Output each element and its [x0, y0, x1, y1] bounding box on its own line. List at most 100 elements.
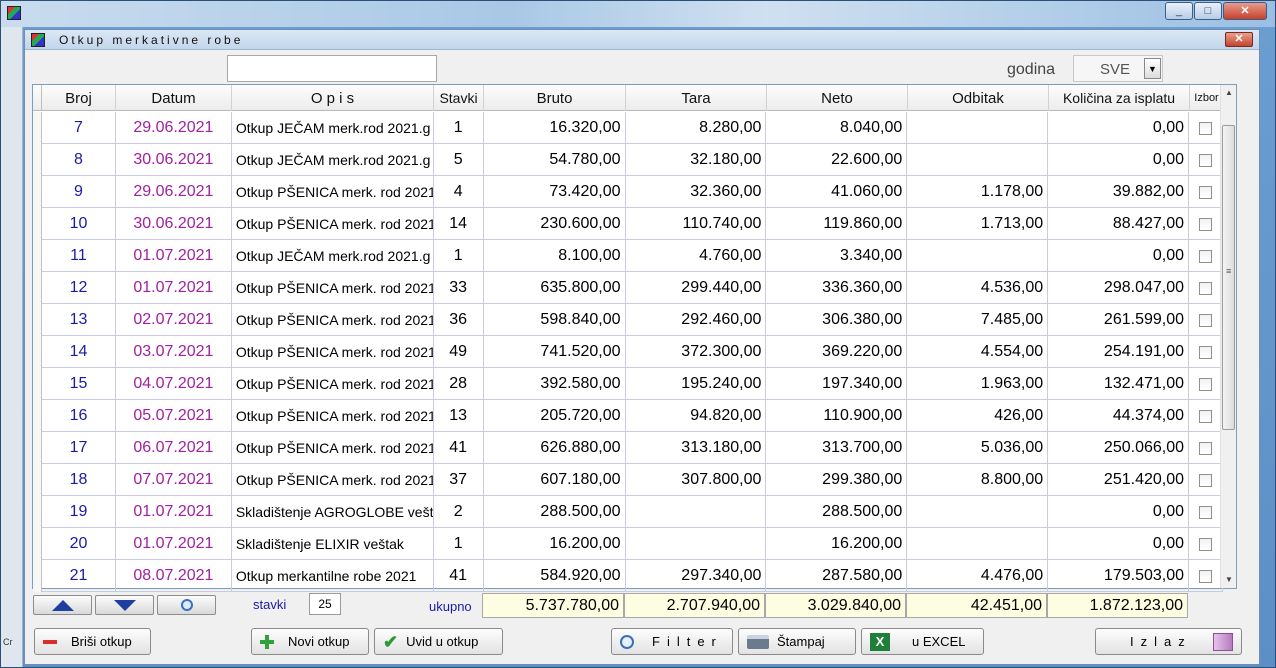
print-button[interactable]: Štampaj [738, 628, 856, 655]
cell-datum: 05.07.2021 [116, 400, 232, 432]
select-checkbox[interactable] [1198, 441, 1212, 455]
previous-button[interactable] [33, 595, 92, 615]
row-selector[interactable] [33, 336, 42, 368]
row-selector[interactable] [33, 240, 42, 272]
table-row[interactable]: 20 01.07.2021 Skladištenje ELIXIR veštak 1 1… [33, 528, 1223, 560]
row-selector[interactable] [33, 272, 42, 304]
row-selector[interactable] [33, 400, 42, 432]
select-checkbox[interactable] [1198, 505, 1212, 519]
total-bruto: 5.737.780,00 [482, 593, 624, 618]
select-checkbox[interactable] [1198, 377, 1212, 391]
row-selector[interactable] [33, 528, 42, 560]
table-row[interactable]: 12 01.07.2021 Otkup PŠENICA merk. rod 2021… [33, 272, 1223, 304]
cell-datum: 01.07.2021 [116, 272, 232, 304]
row-selector[interactable] [33, 368, 42, 400]
table-row[interactable]: 18 07.07.2021 Otkup PŠENICA merk. rod 2021… [33, 464, 1223, 496]
cell-bruto: 288.500,00 [484, 496, 626, 528]
maximize-button[interactable]: □ [1194, 2, 1222, 20]
cell-stavki: 41 [434, 560, 484, 592]
cell-tara: 4.760,00 [626, 240, 767, 272]
window-close-button[interactable]: ✕ [1225, 32, 1253, 47]
cell-broj: 17 [42, 432, 116, 464]
view-purchase-button[interactable]: ✔ Uvid u otkup [374, 628, 503, 655]
year-select[interactable]: SVE ▼ [1073, 55, 1163, 82]
table-row[interactable]: 11 01.07.2021 Otkup JEČAM merk.rod 2021.g 1… [33, 240, 1223, 272]
col-broj[interactable]: Broj [42, 85, 116, 111]
col-izbor[interactable]: Izbor [1190, 85, 1224, 111]
row-selector[interactable] [33, 464, 42, 496]
col-tara[interactable]: Tara [626, 85, 767, 111]
excel-export-button[interactable]: X u EXCEL [861, 628, 984, 655]
table-row[interactable]: 13 02.07.2021 Otkup PŠENICA merk. rod 2021… [33, 304, 1223, 336]
row-selector[interactable] [33, 208, 42, 240]
row-selector[interactable] [33, 176, 42, 208]
vertical-scrollbar[interactable]: ▲ ≡ ▼ [1220, 85, 1236, 588]
cell-bruto: 8.100,00 [484, 240, 626, 272]
total-neto: 3.029.840,00 [765, 593, 906, 618]
filter-label: Filter [652, 634, 723, 649]
find-button[interactable] [157, 595, 216, 615]
cell-stavki: 2 [434, 496, 484, 528]
table-row[interactable]: 17 06.07.2021 Otkup PŠENICA merk. rod 2021… [33, 432, 1223, 464]
select-checkbox[interactable] [1198, 121, 1212, 135]
table-row[interactable]: 14 03.07.2021 Otkup PŠENICA merk. rod 2021… [33, 336, 1223, 368]
col-opis[interactable]: O p i s [232, 85, 434, 111]
close-button[interactable]: ✕ [1223, 2, 1267, 20]
col-bruto[interactable]: Bruto [484, 85, 626, 111]
col-neto[interactable]: Neto [767, 85, 908, 111]
chevron-down-icon[interactable]: ▼ [1144, 58, 1161, 79]
col-kolicina[interactable]: Količina za isplatu [1049, 85, 1190, 111]
table-row[interactable]: 7 29.06.2021 Otkup JEČAM merk.rod 2021.g 1 1… [33, 112, 1223, 144]
search-input[interactable] [227, 55, 437, 82]
col-odbitak[interactable]: Odbitak [908, 85, 1049, 111]
table-row[interactable]: 10 30.06.2021 Otkup PŠENICA merk. rod 2021… [33, 208, 1223, 240]
cell-izbor [1189, 208, 1223, 240]
select-checkbox[interactable] [1198, 153, 1212, 167]
filter-button[interactable]: Filter [611, 628, 733, 655]
select-checkbox[interactable] [1198, 249, 1212, 263]
scroll-down-icon[interactable]: ▼ [1221, 572, 1237, 588]
next-button[interactable] [95, 595, 154, 615]
minimize-button[interactable]: _ [1165, 2, 1193, 20]
cell-stavki: 28 [434, 368, 484, 400]
cell-kolicina: 0,00 [1048, 496, 1189, 528]
col-stavki[interactable]: Stavki [434, 85, 484, 111]
table-row[interactable]: 9 29.06.2021 Otkup PŠENICA merk. rod 2021 4… [33, 176, 1223, 208]
row-selector[interactable] [33, 496, 42, 528]
cell-opis: Otkup PŠENICA merk. rod 2021 [232, 432, 434, 464]
select-checkbox[interactable] [1198, 313, 1212, 327]
cell-izbor [1189, 240, 1223, 272]
table-row[interactable]: 8 30.06.2021 Otkup JEČAM merk.rod 2021.g 5 5… [33, 144, 1223, 176]
cell-odbitak [907, 144, 1049, 176]
select-checkbox[interactable] [1198, 345, 1212, 359]
table-row[interactable]: 15 04.07.2021 Otkup PŠENICA merk. rod 2021… [33, 368, 1223, 400]
cell-bruto: 54.780,00 [484, 144, 626, 176]
row-selector[interactable] [33, 560, 42, 592]
cell-bruto: 16.200,00 [484, 528, 626, 560]
row-selector[interactable] [33, 144, 42, 176]
scroll-up-icon[interactable]: ▲ [1221, 85, 1237, 101]
delete-purchase-button[interactable]: Briši otkup [34, 628, 151, 655]
row-selector-header [33, 85, 42, 111]
select-checkbox[interactable] [1198, 217, 1212, 231]
cell-broj: 11 [42, 240, 116, 272]
scrollbar-thumb[interactable]: ≡ [1222, 125, 1235, 430]
row-selector[interactable] [33, 112, 42, 144]
new-purchase-button[interactable]: Novi otkup [251, 628, 369, 655]
table-row[interactable]: 21 08.07.2021 Otkup merkantilne robe 2021 4… [33, 560, 1223, 592]
row-selector[interactable] [33, 304, 42, 336]
select-checkbox[interactable] [1198, 473, 1212, 487]
table-row[interactable]: 19 01.07.2021 Skladištenje AGROGLOBE vešta… [33, 496, 1223, 528]
select-checkbox[interactable] [1198, 185, 1212, 199]
row-selector[interactable] [33, 432, 42, 464]
exit-button[interactable]: Izlaz [1095, 628, 1242, 655]
select-checkbox[interactable] [1198, 281, 1212, 295]
select-checkbox[interactable] [1198, 409, 1212, 423]
cell-kolicina: 254.191,00 [1048, 336, 1189, 368]
table-row[interactable]: 16 05.07.2021 Otkup PŠENICA merk. rod 2021… [33, 400, 1223, 432]
select-checkbox[interactable] [1198, 569, 1212, 583]
cell-bruto: 584.920,00 [484, 560, 626, 592]
cell-tara: 32.180,00 [626, 144, 767, 176]
select-checkbox[interactable] [1198, 537, 1212, 551]
col-datum[interactable]: Datum [116, 85, 232, 111]
